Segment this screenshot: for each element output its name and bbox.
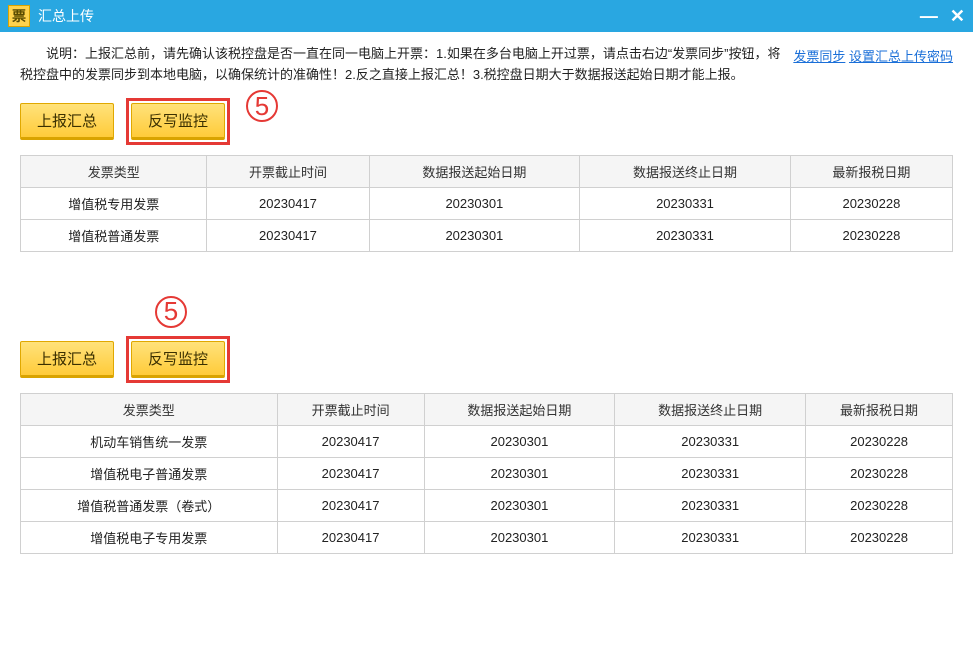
step-badge-1: 5: [246, 90, 278, 122]
cell: 20230301: [424, 457, 615, 489]
cell: 20230228: [806, 457, 953, 489]
highlight-annotation-2: 反写监控: [126, 336, 230, 383]
cell: 20230417: [207, 219, 369, 251]
button-row-2: 5 上报汇总 反写监控: [0, 332, 973, 393]
window-title: 汇总上传: [38, 6, 920, 26]
cell: 20230228: [790, 187, 952, 219]
table-row: 增值税电子普通发票 20230417 20230301 20230331 202…: [21, 457, 953, 489]
table-header-row: 发票类型 开票截止时间 数据报送起始日期 数据报送终止日期 最新报税日期: [21, 393, 953, 425]
cell: 20230331: [615, 521, 806, 553]
rewrite-monitor-button[interactable]: 反写监控: [131, 103, 225, 140]
col-deadline: 开票截止时间: [207, 155, 369, 187]
set-upload-password-link[interactable]: 设置汇总上传密码: [849, 49, 953, 64]
app-icon: 票: [8, 5, 30, 27]
invoice-sync-link[interactable]: 发票同步: [793, 49, 845, 64]
cell: 20230301: [369, 187, 580, 219]
upload-summary-button[interactable]: 上报汇总: [20, 103, 114, 140]
table-header-row: 发票类型 开票截止时间 数据报送起始日期 数据报送终止日期 最新报税日期: [21, 155, 953, 187]
titlebar: 票 汇总上传 — ✕: [0, 0, 973, 32]
table-row: 增值税普通发票（卷式） 20230417 20230301 20230331 2…: [21, 489, 953, 521]
table-2-wrap: 发票类型 开票截止时间 数据报送起始日期 数据报送终止日期 最新报税日期 机动车…: [0, 393, 973, 564]
cell: 20230301: [424, 521, 615, 553]
button-row-1: 上报汇总 反写监控 5: [0, 94, 973, 155]
cell: 20230228: [806, 489, 953, 521]
cell: 20230417: [277, 425, 424, 457]
cell: 增值税普通发票: [21, 219, 207, 251]
minimize-button[interactable]: —: [920, 6, 938, 27]
cell: 20230301: [369, 219, 580, 251]
cell: 20230417: [207, 187, 369, 219]
cell: 20230331: [615, 425, 806, 457]
invoice-table-1: 发票类型 开票截止时间 数据报送起始日期 数据报送终止日期 最新报税日期 增值税…: [20, 155, 953, 252]
cell: 20230331: [615, 457, 806, 489]
cell: 20230331: [580, 219, 791, 251]
col-invoice-type: 发票类型: [21, 155, 207, 187]
main-window: 票 汇总上传 — ✕ 说明：上报汇总前，请先确认该税控盘是否一直在同一电脑上开票…: [0, 0, 973, 654]
invoice-table-2: 发票类型 开票截止时间 数据报送起始日期 数据报送终止日期 最新报税日期 机动车…: [20, 393, 953, 554]
upload-summary-button-2[interactable]: 上报汇总: [20, 341, 114, 378]
cell: 增值税普通发票（卷式）: [21, 489, 278, 521]
col-latest-tax-date: 最新报税日期: [790, 155, 952, 187]
col-end-date: 数据报送终止日期: [580, 155, 791, 187]
cell: 20230331: [580, 187, 791, 219]
col-invoice-type: 发票类型: [21, 393, 278, 425]
cell: 机动车销售统一发票: [21, 425, 278, 457]
cell: 20230331: [615, 489, 806, 521]
col-start-date: 数据报送起始日期: [424, 393, 615, 425]
cell: 20230301: [424, 425, 615, 457]
table-1-wrap: 发票类型 开票截止时间 数据报送起始日期 数据报送终止日期 最新报税日期 增值税…: [0, 155, 973, 262]
instruction-links: 发票同步 设置汇总上传密码: [783, 44, 953, 65]
content-area: 说明：上报汇总前，请先确认该税控盘是否一直在同一电脑上开票：1.如果在多台电脑上…: [0, 32, 973, 564]
highlight-annotation-1: 反写监控: [126, 98, 230, 145]
step-badge-2: 5: [155, 296, 187, 328]
table-row: 机动车销售统一发票 20230417 20230301 20230331 202…: [21, 425, 953, 457]
cell: 增值税专用发票: [21, 187, 207, 219]
cell: 增值税电子专用发票: [21, 521, 278, 553]
close-button[interactable]: ✕: [950, 6, 965, 27]
table-row: 增值税专用发票 20230417 20230301 20230331 20230…: [21, 187, 953, 219]
cell: 20230228: [806, 425, 953, 457]
col-end-date: 数据报送终止日期: [615, 393, 806, 425]
col-deadline: 开票截止时间: [277, 393, 424, 425]
cell: 20230417: [277, 489, 424, 521]
cell: 20230301: [424, 489, 615, 521]
instruction-text: 说明：上报汇总前，请先确认该税控盘是否一直在同一电脑上开票：1.如果在多台电脑上…: [20, 44, 783, 86]
col-latest-tax-date: 最新报税日期: [806, 393, 953, 425]
col-start-date: 数据报送起始日期: [369, 155, 580, 187]
table-row: 增值税普通发票 20230417 20230301 20230331 20230…: [21, 219, 953, 251]
cell: 20230228: [790, 219, 952, 251]
window-controls: — ✕: [920, 6, 965, 27]
cell: 20230417: [277, 521, 424, 553]
rewrite-monitor-button-2[interactable]: 反写监控: [131, 341, 225, 378]
instruction-row: 说明：上报汇总前，请先确认该税控盘是否一直在同一电脑上开票：1.如果在多台电脑上…: [0, 32, 973, 94]
section-gap: [0, 262, 973, 332]
cell: 20230228: [806, 521, 953, 553]
cell: 增值税电子普通发票: [21, 457, 278, 489]
table-row: 增值税电子专用发票 20230417 20230301 20230331 202…: [21, 521, 953, 553]
cell: 20230417: [277, 457, 424, 489]
